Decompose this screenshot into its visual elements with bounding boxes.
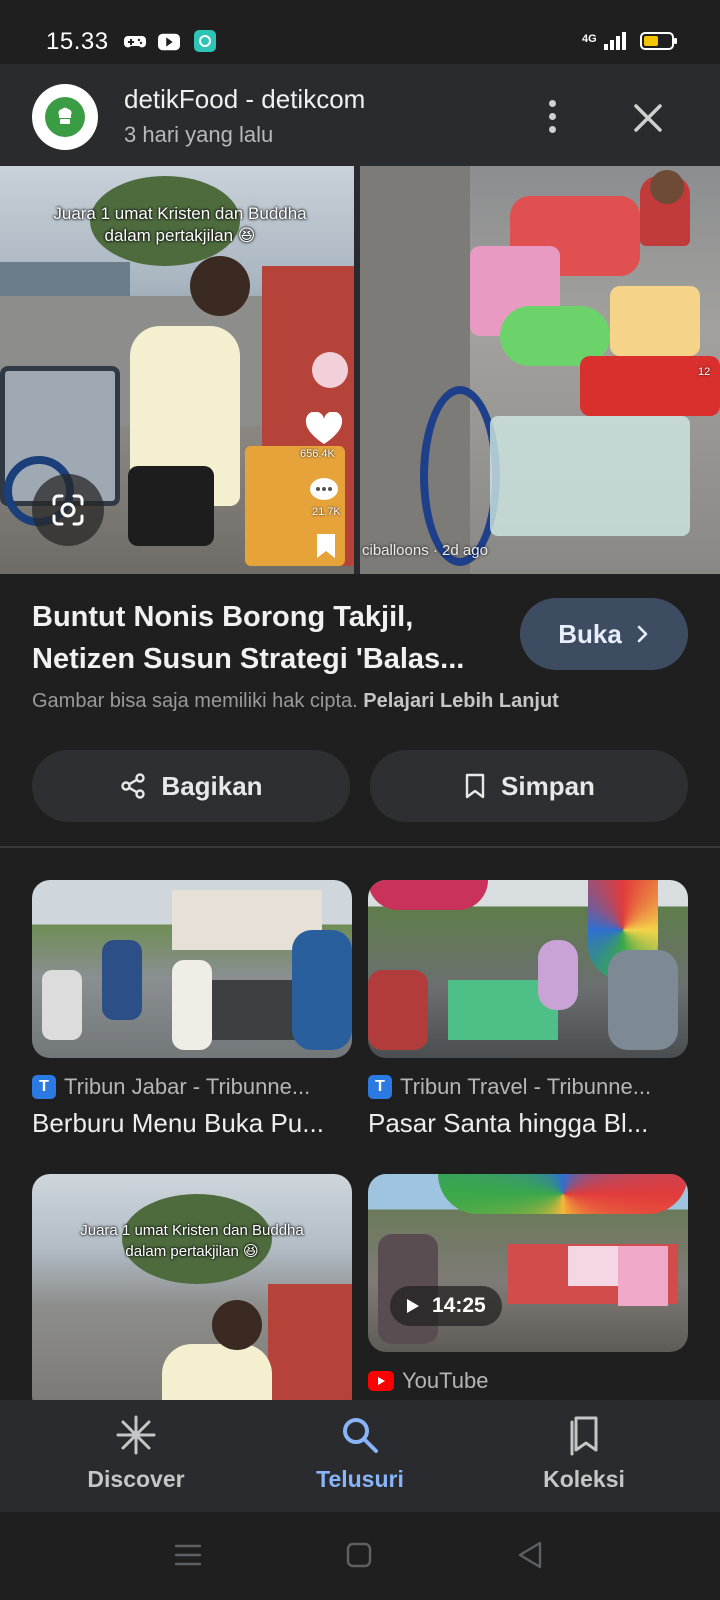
comments-count: 21.7K [312,506,341,518]
preview-image-secondary[interactable]: 12 [360,166,720,574]
preview-meta: ciballoons · 2d ago [362,542,488,559]
chef-hat-icon [58,107,72,124]
video-duration: 14:25 [390,1286,502,1326]
asterisk-icon [116,1415,156,1455]
image-preview[interactable]: Juara 1 umat Kristen dan Buddha dalam pe… [0,166,720,574]
related-card[interactable]: T Tribun Travel - Tribunne... Pasar Sant… [368,880,688,1139]
learn-more-link[interactable]: Pelajari Lebih Lanjut [363,690,559,712]
play-icon [407,1299,419,1313]
lens-icon [52,494,84,526]
battery-icon [640,32,677,50]
nav-discover[interactable]: Discover [36,1414,236,1493]
related-source: YouTube [402,1368,489,1393]
youtube-logo-icon [368,1371,394,1391]
share-button[interactable]: Bagikan [32,750,350,822]
preview-caption-line1: Juara 1 umat Kristen dan Buddha [53,204,307,223]
status-bar: 15.33 4G [0,0,720,64]
tribun-logo-icon: T [368,1075,392,1099]
bookmark-icon [317,534,335,558]
thumb-caption-line1: Juara 1 umat Kristen dan Buddha [80,1222,304,1239]
divider [0,846,720,848]
nav-collections[interactable]: Koleksi [484,1414,684,1493]
related-source: Tribun Travel - Tribunne... [400,1074,652,1099]
related-card[interactable]: T Tribun Jabar - Tribunne... Berburu Men… [32,880,352,1139]
preview-caption-line2: dalam pertakjilan 😆 [104,226,256,245]
heart-icon [305,412,343,444]
app-icon [194,30,216,52]
thumb-caption-line2: dalam pertakjilan 😆 [125,1243,259,1260]
nav-collections-label: Koleksi [543,1466,625,1492]
source-avatar[interactable] [32,84,98,150]
tribun-logo-icon: T [32,1075,56,1099]
search-icon [343,1418,378,1453]
lens-search-button[interactable] [32,474,104,546]
share-label: Bagikan [161,770,263,801]
nav-search-label: Telusuri [316,1466,404,1492]
likes-count: 656.4K [300,448,335,460]
nav-discover-label: Discover [87,1466,185,1492]
save-button[interactable]: Simpan [370,750,688,822]
system-navigation-bar [0,1512,720,1600]
creator-avatar [312,352,348,388]
related-thumbnail[interactable] [368,880,688,1058]
comment-icon [310,478,338,500]
bookmark-icon [465,773,485,799]
close-icon[interactable] [624,94,672,142]
result-header: detikFood - detikcom 3 hari yang lalu [0,64,720,166]
related-title[interactable]: Pasar Santa hingga Bl... [368,1108,688,1139]
gamepad-icon [124,36,146,48]
right-count: 12 [698,366,711,378]
youtube-icon [158,33,180,51]
article-title[interactable]: Buntut Nonis Borong Takjil, Netizen Susu… [32,596,492,680]
share-icon [121,773,146,799]
related-card[interactable]: Juara 1 umat Kristen dan Buddha dalam pe… [32,1174,352,1414]
result-timestamp: 3 hari yang lalu [124,122,274,147]
more-options-button[interactable] [534,92,570,140]
bottom-navigation: Discover Telusuri Koleksi [0,1400,720,1512]
recent-apps-icon[interactable] [174,1542,202,1568]
save-label: Simpan [501,770,595,801]
related-video-thumbnail[interactable]: 14:25 [368,1174,688,1352]
home-icon[interactable] [346,1542,372,1568]
related-source: Tribun Jabar - Tribunne... [64,1074,311,1099]
related-thumbnail[interactable]: Juara 1 umat Kristen dan Buddha dalam pe… [32,1174,352,1414]
back-icon[interactable] [516,1540,544,1570]
copyright-notice: Gambar bisa saja memiliki hak cipta. Pel… [32,690,559,712]
chevron-right-icon [637,625,648,643]
nav-search[interactable]: Telusuri [260,1414,460,1493]
collections-icon [570,1416,598,1456]
source-name[interactable]: detikFood - detikcom [124,84,365,115]
open-label: Buka [558,618,622,649]
svg-text:4G: 4G [582,33,597,45]
related-title[interactable]: Berburu Menu Buka Pu... [32,1108,352,1139]
open-button[interactable]: Buka [520,598,688,670]
signal-4g-icon: 4G [582,32,626,50]
related-card[interactable]: 14:25 YouTube [368,1174,688,1394]
clock: 15.33 [46,28,109,55]
related-thumbnail[interactable] [32,880,352,1058]
